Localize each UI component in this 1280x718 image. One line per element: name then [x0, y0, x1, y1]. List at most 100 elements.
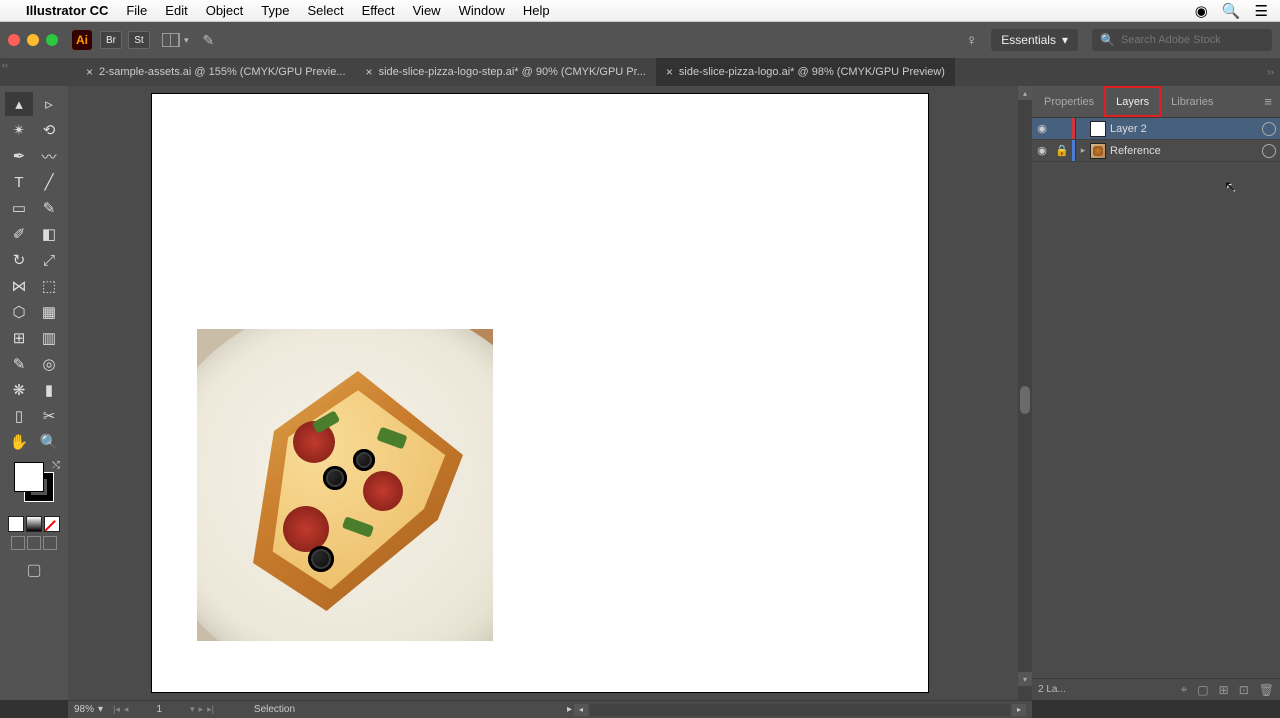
screen-mode-icon[interactable]: ▢ — [0, 560, 68, 580]
rectangle-tool[interactable]: ▭ — [5, 196, 33, 220]
document-tab[interactable]: × side-slice-pizza-logo-step.ai* @ 90% (… — [356, 58, 656, 86]
last-artboard-icon[interactable]: ▸| — [207, 704, 214, 715]
scroll-track[interactable] — [590, 704, 1010, 716]
menu-help[interactable]: Help — [523, 3, 550, 18]
close-window-icon[interactable] — [8, 34, 20, 46]
paintbrush-tool[interactable]: ✎ — [35, 196, 63, 220]
tabs-overflow-icon[interactable]: ›› — [1267, 67, 1274, 78]
first-artboard-icon[interactable]: |◂ — [113, 704, 120, 715]
adobe-stock-search[interactable]: 🔍 — [1092, 29, 1272, 51]
menu-object[interactable]: Object — [206, 3, 244, 18]
tab-properties[interactable]: Properties — [1034, 86, 1104, 117]
eraser-tool[interactable]: ◧ — [35, 222, 63, 246]
placed-image[interactable] — [197, 329, 493, 641]
visibility-toggle-icon[interactable]: ◉ — [1032, 122, 1052, 135]
expand-toggle-icon[interactable]: ▸ — [1076, 145, 1090, 156]
rotate-tool[interactable]: ↻ — [5, 248, 33, 272]
menu-edit[interactable]: Edit — [165, 3, 187, 18]
spotlight-search-icon[interactable]: 🔍 — [1222, 2, 1241, 20]
artboard-nav[interactable]: |◂ ◂ — [113, 704, 128, 715]
scale-tool[interactable]: ⤢ — [35, 248, 63, 272]
free-transform-tool[interactable]: ⬚ — [35, 274, 63, 298]
graph-tool[interactable]: ▮ — [35, 378, 63, 402]
delete-layer-icon[interactable]: 🗑 — [1259, 683, 1274, 697]
menu-effect[interactable]: Effect — [362, 3, 395, 18]
make-clip-mask-icon[interactable]: ▢ — [1197, 683, 1208, 697]
menu-file[interactable]: File — [126, 3, 147, 18]
target-icon[interactable] — [1262, 122, 1276, 136]
menu-list-icon[interactable]: ☰ — [1255, 2, 1268, 20]
document-tab-active[interactable]: × side-slice-pizza-logo.ai* @ 98% (CMYK/… — [656, 58, 955, 86]
chevron-down-icon[interactable]: ▾ — [190, 704, 195, 715]
workspace-switcher[interactable]: Essentials ▾ — [991, 29, 1078, 51]
hand-tool[interactable]: ✋ — [5, 430, 33, 454]
draw-behind-icon[interactable] — [27, 536, 41, 550]
shaper-tool[interactable]: ✐ — [5, 222, 33, 246]
lasso-tool[interactable]: ⟲ — [35, 118, 63, 142]
document-tab[interactable]: × 2-sample-assets.ai @ 155% (CMYK/GPU Pr… — [76, 58, 356, 86]
minimize-window-icon[interactable] — [27, 34, 39, 46]
perspective-tool[interactable]: ▦ — [35, 300, 63, 324]
line-tool[interactable]: ╱ — [35, 170, 63, 194]
artboard-nav[interactable]: ▾ ▸ ▸| — [190, 704, 214, 715]
window-traffic-lights[interactable] — [8, 34, 58, 46]
status-menu-icon[interactable]: ▸ — [567, 704, 572, 715]
scroll-thumb[interactable] — [1020, 386, 1030, 414]
layer-row[interactable]: ◉ 🔒 ▸ Reference — [1032, 140, 1280, 162]
new-sublayer-icon[interactable]: ⊞ — [1219, 683, 1229, 697]
prev-artboard-icon[interactable]: ◂ — [124, 704, 129, 715]
fill-swatch[interactable] — [14, 462, 44, 492]
scroll-right-icon[interactable]: ▸ — [1012, 704, 1026, 716]
symbol-sprayer-tool[interactable]: ❋ — [5, 378, 33, 402]
layer-name-label[interactable]: Layer 2 — [1110, 123, 1262, 135]
horizontal-scrollbar[interactable]: ▸ ◂ ▸ — [567, 704, 1026, 716]
draw-inside-icon[interactable] — [43, 536, 57, 550]
vertical-scrollbar[interactable]: ▴ ▾ — [1018, 86, 1032, 700]
blend-tool[interactable]: ◎ — [35, 352, 63, 376]
selection-tool[interactable]: ▴ — [5, 92, 33, 116]
fill-stroke-swatch[interactable]: ⤭ — [0, 462, 68, 514]
layer-name-label[interactable]: Reference — [1110, 145, 1262, 157]
close-tab-icon[interactable]: × — [366, 65, 373, 79]
gpu-preview-icon[interactable]: ✎ — [203, 32, 215, 49]
visibility-toggle-icon[interactable]: ◉ — [1032, 144, 1052, 157]
zoom-level-field[interactable]: 98% ▾ — [74, 704, 103, 715]
layer-row[interactable]: ◉ Layer 2 — [1032, 118, 1280, 140]
artboard-tool[interactable]: ▯ — [5, 404, 33, 428]
mesh-tool[interactable]: ⊞ — [5, 326, 33, 350]
locate-object-icon[interactable]: ⌖ — [1181, 682, 1188, 697]
new-layer-icon[interactable]: ⊡ — [1239, 683, 1249, 697]
width-tool[interactable]: ⋈ — [5, 274, 33, 298]
chevron-down-icon[interactable]: ▾ — [98, 704, 103, 715]
gradient-mode-icon[interactable] — [26, 516, 42, 532]
arrange-documents-button[interactable] — [162, 33, 180, 47]
curvature-tool[interactable]: 〰 — [35, 144, 63, 168]
maximize-window-icon[interactable] — [46, 34, 58, 46]
chevron-down-icon[interactable]: ▾ — [184, 35, 189, 46]
shape-builder-tool[interactable]: ⬡ — [5, 300, 33, 324]
pen-tool[interactable]: ✒ — [5, 144, 33, 168]
scroll-left-icon[interactable]: ◂ — [574, 704, 588, 716]
direct-selection-tool[interactable]: ▹ — [35, 92, 63, 116]
menu-window[interactable]: Window — [459, 3, 505, 18]
menu-type[interactable]: Type — [261, 3, 289, 18]
scroll-down-icon[interactable]: ▾ — [1018, 672, 1032, 686]
canvas[interactable]: ▴ ▾ — [68, 86, 1032, 700]
menu-select[interactable]: Select — [307, 3, 343, 18]
search-help-icon[interactable]: ♀ — [966, 32, 977, 49]
gradient-tool[interactable]: ▥ — [35, 326, 63, 350]
stock-button[interactable]: St — [128, 31, 150, 49]
zoom-tool[interactable]: 🔍 — [35, 430, 63, 454]
tab-layers[interactable]: Layers — [1104, 86, 1161, 117]
scroll-up-icon[interactable]: ▴ — [1018, 86, 1032, 100]
menu-view[interactable]: View — [413, 3, 441, 18]
magic-wand-tool[interactable]: ✴ — [5, 118, 33, 142]
next-artboard-icon[interactable]: ▸ — [199, 704, 204, 715]
draw-normal-icon[interactable] — [11, 536, 25, 550]
lock-toggle-icon[interactable]: 🔒 — [1052, 144, 1072, 157]
bridge-button[interactable]: Br — [100, 31, 122, 49]
swap-fill-stroke-icon[interactable]: ⤭ — [52, 460, 60, 471]
panel-menu-icon[interactable]: ≡ — [1264, 94, 1272, 109]
artboard-number-field[interactable]: 1 — [138, 704, 180, 715]
app-menu[interactable]: Illustrator CC — [26, 3, 108, 18]
